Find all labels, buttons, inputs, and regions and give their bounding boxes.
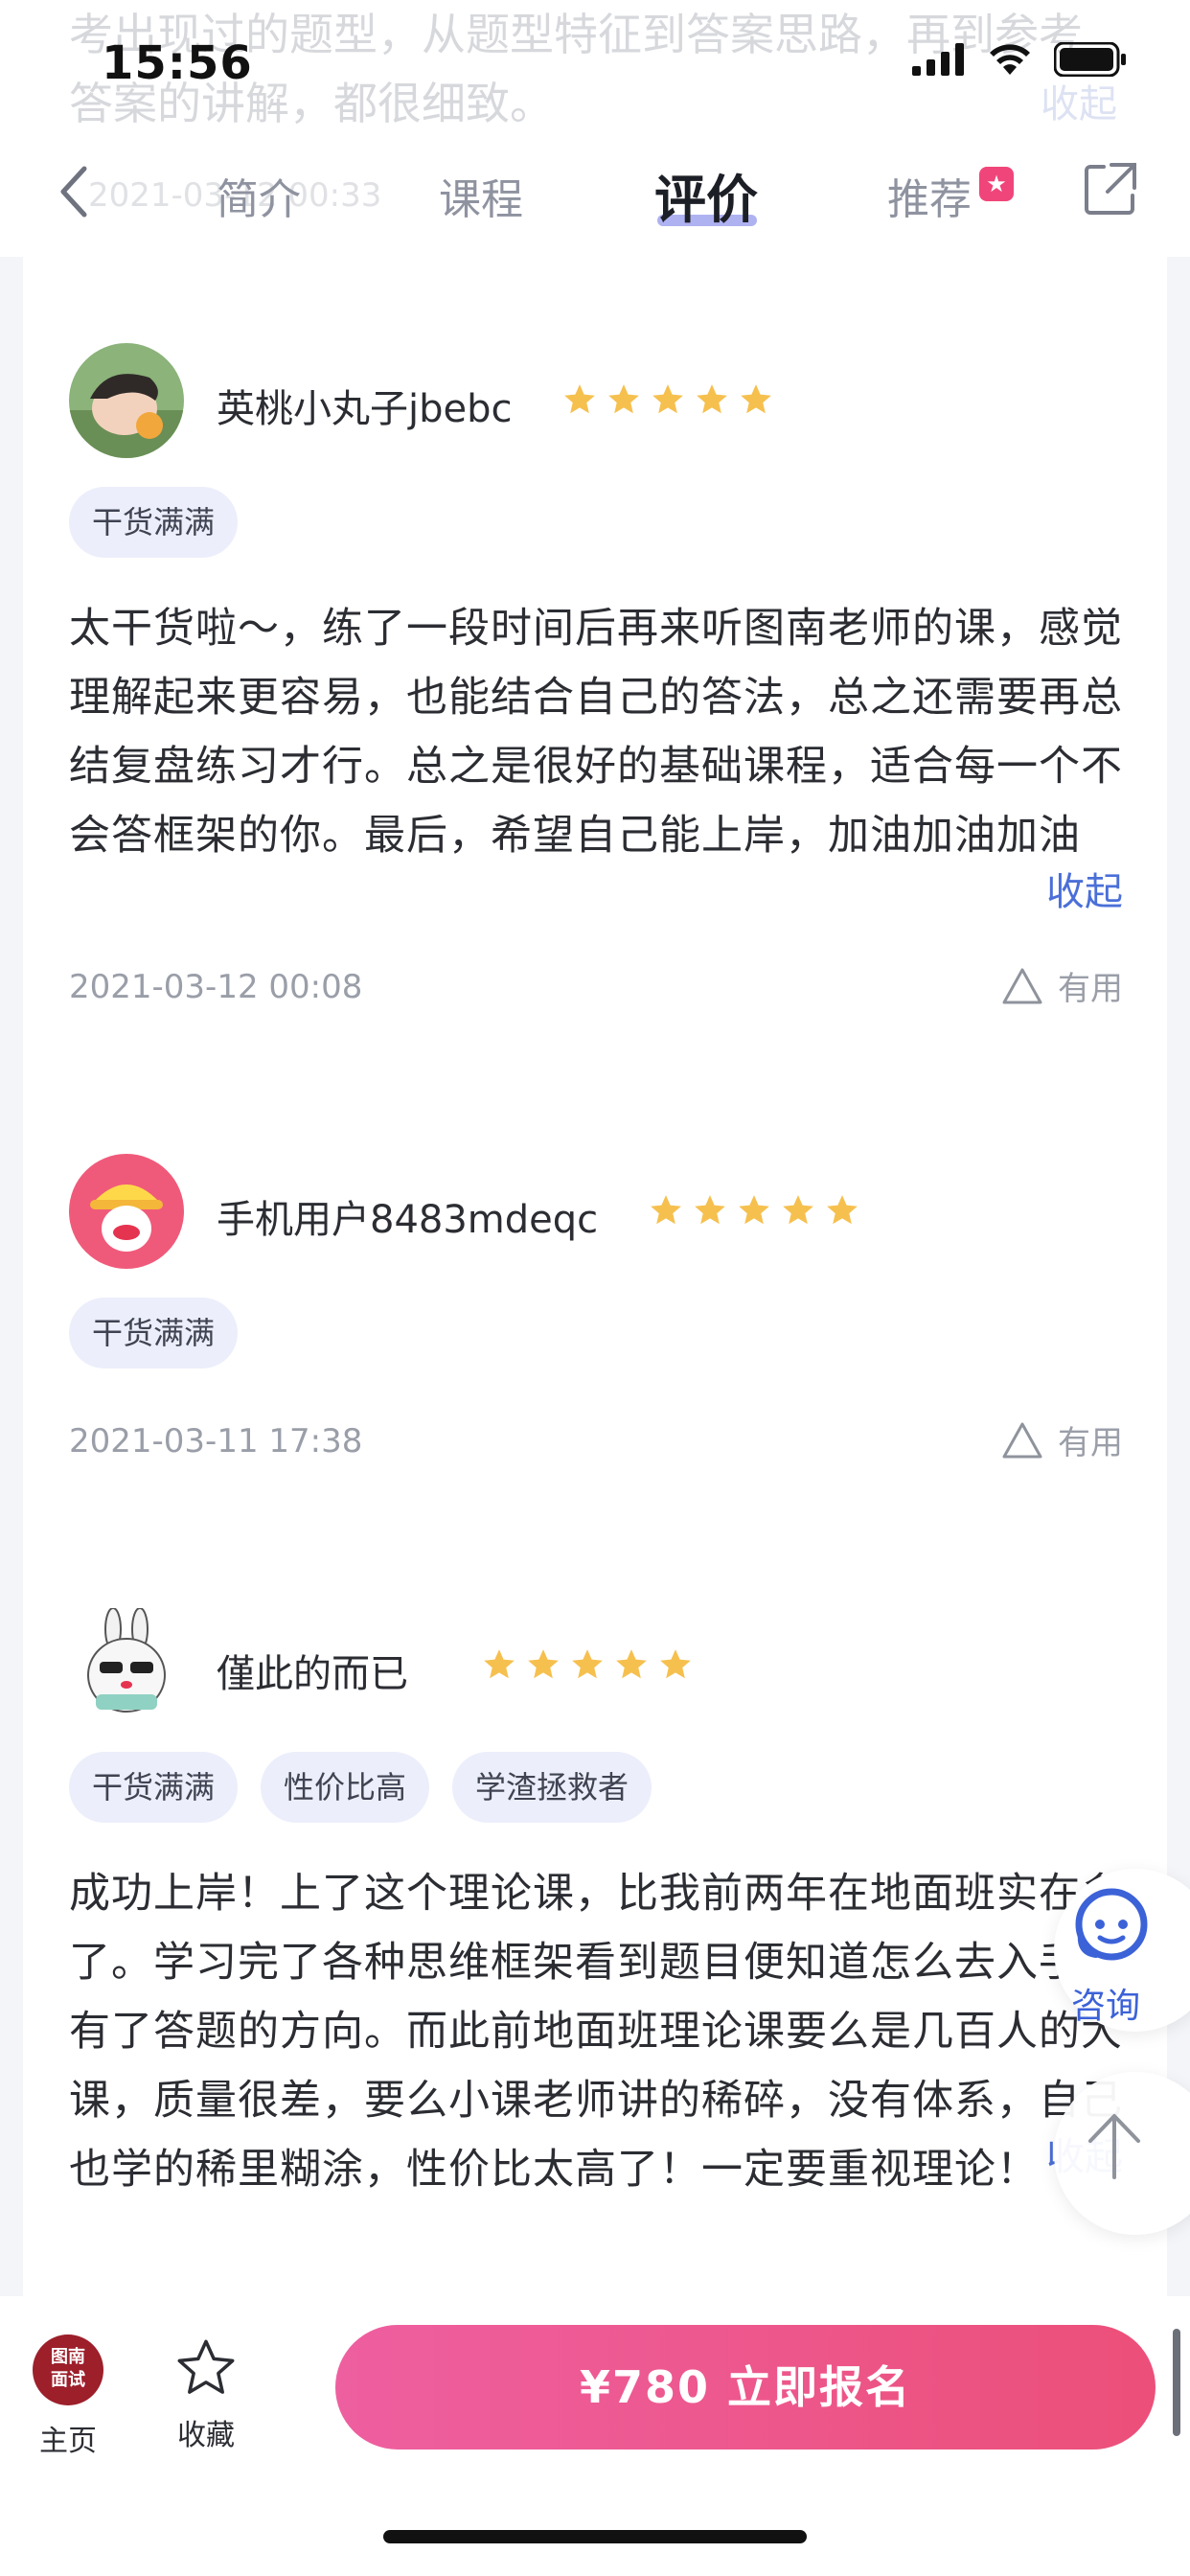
star-icon	[697, 384, 727, 414]
star-icon	[652, 384, 683, 414]
home-label: 主页	[39, 2425, 97, 2458]
arrow-up-icon	[1088, 2114, 1140, 2179]
consult-button[interactable]: 咨询	[1054, 1869, 1190, 2032]
tab-recommend[interactable]: 推荐	[887, 165, 972, 226]
review-tag: 干货满满	[69, 1298, 239, 1368]
star-icon	[783, 1195, 813, 1225]
home-button[interactable]: 图南 面试 主页	[33, 2334, 103, 2459]
useful-button[interactable]: 有用	[1000, 1416, 1123, 1463]
star-icon	[484, 1649, 515, 1679]
review-tags: 干货满满	[69, 487, 239, 558]
useful-label: 有用	[1058, 1424, 1123, 1462]
tab-reviews[interactable]: 评价	[654, 157, 758, 233]
useful-label: 有用	[1058, 970, 1123, 1008]
review-date: 2021-03-12 00:08	[69, 968, 363, 1006]
review-item: 英桃小丸子jbebc 干货满满 太干货啦～，练了一段时间后再来听图南老师的课，感…	[69, 343, 1123, 1008]
favorite-label: 收藏	[177, 2419, 235, 2452]
review-item: 手机用户8483mdeqc 干货满满 2021-03-11 17:38 有用	[69, 1154, 1123, 1499]
star-icon	[741, 384, 771, 414]
share-icon[interactable]	[1083, 161, 1138, 217]
star-icon	[528, 1649, 559, 1679]
tab-course[interactable]: 课程	[439, 165, 523, 226]
star-icon	[651, 1195, 681, 1225]
star-icon	[564, 384, 595, 414]
brand-logo: 图南 面试	[33, 2334, 103, 2405]
star-icon	[616, 1649, 647, 1679]
star-icon	[695, 1195, 725, 1225]
logo-line-1: 图南	[51, 2347, 85, 2367]
review-text: 太干货啦～，练了一段时间后再来听图南老师的课，感觉理解起来更容易，也能结合自己的…	[69, 605, 1123, 860]
useful-button[interactable]: 有用	[1000, 962, 1123, 1009]
rating-stars	[561, 381, 774, 418]
battery-icon	[1054, 42, 1126, 77]
tab-intro[interactable]: 简介	[217, 165, 301, 226]
status-time: 15:56	[102, 36, 253, 90]
review-date: 2021-03-11 17:38	[69, 1422, 363, 1460]
star-icon	[660, 1649, 691, 1679]
user-name: 英桃小丸子jbebc	[217, 387, 513, 431]
review-tags: 干货满满 性价比高 学渣拯救者	[69, 1752, 652, 1823]
top-nav: 简介 课程 评价 推荐 ★	[0, 144, 1190, 257]
enroll-button[interactable]: ¥780 立即报名	[335, 2325, 1156, 2450]
review-text: 成功上岸！上了这个理论课，比我前两年在地面班实在多了。学习完了各种思维框架看到题…	[69, 1870, 1123, 2194]
star-icon	[608, 384, 639, 414]
review-tag: 性价比高	[261, 1752, 430, 1823]
review-item: 僅此的而已 干货满满 性价比高 学渣拯救者 成功上岸！上了这个理论课，比我前两年…	[69, 1608, 1123, 2296]
collapse-link[interactable]: 收起	[1046, 861, 1123, 916]
star-icon	[572, 1649, 603, 1679]
back-icon[interactable]	[50, 163, 100, 220]
wifi-icon	[990, 44, 1030, 75]
review-tags: 干货满满	[69, 1298, 239, 1368]
status-bar: 15:56	[0, 0, 1190, 134]
avatar[interactable]	[69, 1154, 184, 1269]
status-icons	[912, 42, 1127, 77]
star-icon	[739, 1195, 769, 1225]
thumb-triangle-icon	[1002, 1422, 1042, 1458]
user-name: 手机用户8483mdeqc	[217, 1198, 599, 1242]
rating-stars	[481, 1646, 694, 1683]
reviews-list: 英桃小丸子jbebc 干货满满 太干货啦～，练了一段时间后再来听图南老师的课，感…	[23, 257, 1167, 2296]
home-indicator	[383, 2530, 807, 2543]
review-tag: 干货满满	[69, 1752, 239, 1823]
consult-label: 咨询	[1071, 1987, 1141, 2026]
logo-line-2: 面试	[51, 2370, 85, 2390]
signal-icon	[912, 43, 964, 76]
star-icon	[827, 1195, 858, 1225]
thumb-triangle-icon	[1002, 968, 1042, 1003]
review-tag: 干货满满	[69, 487, 239, 558]
rating-stars	[648, 1192, 860, 1229]
star-outline-icon	[177, 2339, 235, 2394]
star-badge-icon: ★	[979, 167, 1014, 201]
avatar[interactable]	[69, 343, 184, 458]
avatar[interactable]	[69, 1608, 184, 1723]
customer-service-icon	[1075, 1888, 1148, 1961]
scrollbar[interactable]	[1173, 2329, 1180, 2436]
favorite-button[interactable]: 收藏	[172, 2334, 240, 2453]
review-tag: 学渣拯救者	[452, 1752, 652, 1823]
user-name: 僅此的而已	[217, 1652, 408, 1696]
